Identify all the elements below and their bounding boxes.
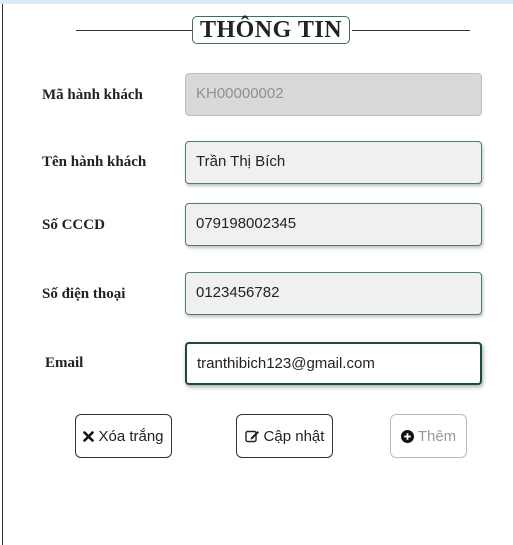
title-divider-left xyxy=(76,30,192,31)
section-title-box: THÔNG TIN xyxy=(192,16,350,44)
so-dien-thoai-field[interactable]: 0123456782 xyxy=(185,272,482,315)
add-button[interactable]: Thêm xyxy=(390,414,467,458)
so-cccd-field[interactable]: 079198002345 xyxy=(185,203,482,246)
clear-button[interactable]: Xóa trắng xyxy=(75,414,172,458)
so-dien-thoai-label: Số điện thoại xyxy=(42,286,126,302)
update-button-label: Cập nhật xyxy=(263,427,325,445)
edit-icon xyxy=(244,429,260,443)
window-top-bar xyxy=(0,0,513,4)
plus-circle-icon xyxy=(400,429,414,443)
panel-left-border xyxy=(2,4,3,545)
title-divider-right xyxy=(352,30,470,31)
ten-hanh-khach-field[interactable]: Trần Thị Bích xyxy=(185,141,482,184)
email-field[interactable]: tranthibich123@gmail.com xyxy=(185,342,482,385)
clear-button-label: Xóa trắng xyxy=(98,427,164,445)
section-title: THÔNG TIN xyxy=(199,17,343,43)
add-button-label: Thêm xyxy=(417,427,457,445)
email-label: Email xyxy=(45,355,84,371)
ma-hanh-khach-field: KH00000002 xyxy=(185,73,482,116)
ten-hanh-khach-label: Tên hành khách xyxy=(42,154,147,170)
close-icon xyxy=(83,430,95,442)
ma-hanh-khach-label: Mã hành khách xyxy=(42,87,143,103)
so-cccd-label: Số CCCD xyxy=(42,217,105,233)
update-button[interactable]: Cập nhật xyxy=(236,414,333,458)
